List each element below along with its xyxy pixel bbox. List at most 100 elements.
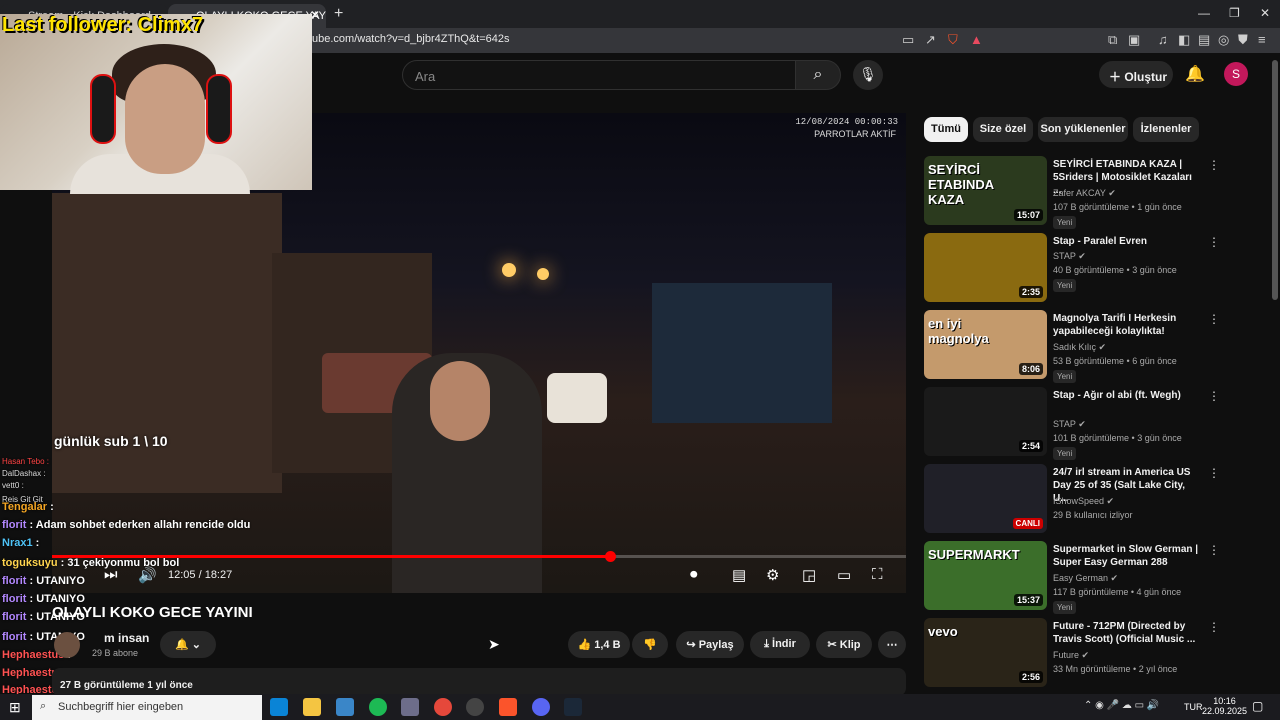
- discord-icon[interactable]: [532, 698, 550, 716]
- recommendation-card[interactable]: vevo 2:56 Future - 712PM (Directed by Trav…: [924, 618, 1264, 690]
- more-options-icon[interactable]: ⋮: [1208, 389, 1220, 403]
- more-options-icon[interactable]: ⋮: [1208, 466, 1220, 480]
- recommendation-card[interactable]: en iyi magnolya 8:06 Magnolya Tarifi I Her…: [924, 310, 1264, 383]
- chrome-icon[interactable]: [434, 698, 452, 716]
- file-explorer-icon[interactable]: [303, 698, 321, 716]
- recommendation-title[interactable]: Magnolya Tarifi I Herkesin yapabileceği …: [1053, 312, 1201, 338]
- recommendation-title[interactable]: Stap - Paralel Evren: [1053, 235, 1201, 248]
- recommendation-channel[interactable]: IShowSpeed ✔: [1053, 496, 1114, 507]
- store-icon[interactable]: [336, 698, 354, 716]
- download-button[interactable]: ⤓ İndir: [750, 631, 810, 658]
- cast-icon[interactable]: ▭: [902, 32, 914, 48]
- voice-search-button[interactable]: 🎙: [853, 60, 883, 90]
- dislike-button[interactable]: 👎: [632, 631, 668, 658]
- tray-icons[interactable]: ⌃ ◉ 🎤 ☁ ▭ 🔊: [1084, 700, 1159, 711]
- keyboard-language[interactable]: TUR: [1184, 702, 1203, 712]
- more-actions-button[interactable]: ⋯: [878, 631, 906, 658]
- recommendation-card[interactable]: SEYİRCİ ETABINDA KAZA 15:07 SEYİRCİ ETABIN…: [924, 156, 1264, 229]
- new-badge: Yeni: [1053, 447, 1077, 460]
- taskbar-clock[interactable]: 10:16 22.09.2025: [1202, 696, 1247, 716]
- recommendation-thumbnail[interactable]: CANLI: [924, 464, 1047, 533]
- recommendation-title[interactable]: Future - 712PM (Directed by Travis Scott…: [1053, 620, 1201, 646]
- recommendation-thumbnail[interactable]: en iyi magnolya 8:06: [924, 310, 1047, 379]
- sidebar-icon[interactable]: ◧: [1178, 32, 1190, 48]
- recommendation-card[interactable]: 2:54 Stap - Ağır ol abi (ft. Wegh) STAP ✔ 1…: [924, 387, 1264, 460]
- media-icon[interactable]: ♫: [1158, 32, 1168, 47]
- recommendation-channel[interactable]: STAP ✔: [1053, 419, 1086, 430]
- taskbar-search-input[interactable]: ⌕ Suchbegriff hier eingeben: [32, 695, 262, 720]
- recommendation-channel[interactable]: Easy German ✔: [1053, 573, 1118, 584]
- recommendation-thumbnail[interactable]: 2:35: [924, 233, 1047, 302]
- menu-icon[interactable]: ≡: [1258, 32, 1266, 47]
- more-options-icon[interactable]: ⋮: [1208, 312, 1220, 326]
- edge-icon[interactable]: [270, 698, 288, 716]
- fullscreen-icon[interactable]: ⛶: [872, 566, 883, 583]
- restore-icon[interactable]: ❐: [1229, 6, 1240, 20]
- recommendation-thumbnail[interactable]: SUPERMARKT 15:37: [924, 541, 1047, 610]
- notification-toggle-button[interactable]: 🔔 ⌄: [160, 631, 216, 658]
- webcam-overlay: [0, 14, 312, 194]
- more-options-icon[interactable]: ⋮: [1208, 620, 1220, 634]
- share-icon[interactable]: ↗: [925, 32, 936, 48]
- chip-all[interactable]: Tümü: [924, 117, 968, 142]
- obs-icon[interactable]: [466, 698, 484, 716]
- notification-center-icon[interactable]: ▢: [1252, 699, 1263, 713]
- recommendation-card[interactable]: CANLI 24/7 irl stream in America US Day 2…: [924, 464, 1264, 536]
- steam-icon[interactable]: [564, 698, 582, 716]
- notifications-bell-icon[interactable]: 🔔: [1185, 64, 1205, 84]
- channel-avatar[interactable]: [54, 632, 80, 658]
- new-tab-icon[interactable]: +: [334, 5, 343, 23]
- close-window-icon[interactable]: ✕: [1260, 6, 1270, 20]
- recommendation-title[interactable]: Stap - Ağır ol abi (ft. Wegh): [1053, 389, 1201, 402]
- settings-gear-icon[interactable]: ⚙: [766, 566, 779, 584]
- recommendation-card[interactable]: SUPERMARKT 15:37 Supermarket in Slow Germa…: [924, 541, 1264, 614]
- recommendation-card[interactable]: 2:35 Stap - Paralel Evren STAP ✔ 40 B görün…: [924, 233, 1264, 305]
- wallet-icon[interactable]: ▣: [1128, 32, 1140, 48]
- miniplayer-icon[interactable]: ◲: [802, 566, 816, 584]
- more-options-icon[interactable]: ⋮: [1208, 235, 1220, 249]
- subtitles-icon[interactable]: ▤: [732, 566, 746, 584]
- more-options-icon[interactable]: ⋮: [1208, 543, 1220, 557]
- chat-message: vett0 :: [2, 481, 24, 490]
- url-text[interactable]: ube.com/watch?v=d_bjbr4ZThQ&t=642s: [312, 33, 510, 45]
- chip-for-you[interactable]: Size özel: [973, 117, 1033, 142]
- create-button[interactable]: ＋ Oluştur: [1099, 61, 1173, 88]
- shield-icon[interactable]: ⛊: [1238, 32, 1248, 48]
- new-badge: Yeni: [1053, 601, 1077, 614]
- account-avatar[interactable]: S: [1224, 62, 1248, 86]
- more-options-icon[interactable]: ⋮: [1208, 158, 1220, 172]
- extensions-icon[interactable]: ⧉: [1108, 32, 1117, 48]
- brave-icon[interactable]: [499, 698, 517, 716]
- minimize-icon[interactable]: —: [1198, 6, 1210, 20]
- recommendation-channel[interactable]: Sadık Kılıç ✔: [1053, 342, 1106, 353]
- chip-watched[interactable]: İzlenenler: [1133, 117, 1199, 142]
- spotify-icon[interactable]: [369, 698, 387, 716]
- channel-name[interactable]: m insan: [104, 631, 149, 645]
- recommendation-thumbnail[interactable]: vevo 2:56: [924, 618, 1047, 687]
- chip-recently-uploaded[interactable]: Son yüklenenler: [1038, 117, 1128, 142]
- autoplay-toggle[interactable]: ⏺: [690, 566, 698, 583]
- like-button[interactable]: 👍 1,4 B: [568, 631, 630, 658]
- recommendation-channel[interactable]: STAP ✔: [1053, 251, 1086, 262]
- page-scrollbar[interactable]: [1272, 60, 1278, 300]
- clip-button[interactable]: ✂ Klip: [816, 631, 872, 658]
- recommendation-channel[interactable]: Future ✔: [1053, 650, 1089, 661]
- views-and-date: 27 B görüntüleme 1 yıl önce: [60, 680, 193, 691]
- brave-rewards-icon[interactable]: ▲: [970, 32, 983, 47]
- chat-username: Tengalar: [2, 501, 51, 513]
- recommendation-meta: 53 B görüntüleme • 6 gün önce: [1053, 356, 1177, 366]
- recommendation-thumbnail[interactable]: 2:54: [924, 387, 1047, 456]
- theater-mode-icon[interactable]: ▭: [837, 566, 851, 584]
- wallet2-icon[interactable]: ▤: [1198, 32, 1210, 48]
- recommendation-title[interactable]: Supermarket in Slow German | Super Easy …: [1053, 543, 1201, 569]
- progress-scrubber[interactable]: [605, 551, 617, 562]
- recommendation-thumbnail[interactable]: SEYİRCİ ETABINDA KAZA 15:07: [924, 156, 1047, 225]
- windows-start-icon[interactable]: ⊞: [9, 699, 21, 716]
- calculator-icon[interactable]: [401, 698, 419, 716]
- search-input[interactable]: Ara: [402, 60, 796, 90]
- share-button[interactable]: ↪ Paylaş: [676, 631, 744, 658]
- recommendation-channel[interactable]: Zafer AKCAY ✔: [1053, 188, 1116, 199]
- vpn-icon[interactable]: ◎: [1218, 32, 1229, 48]
- brave-shield-icon[interactable]: ⛉: [948, 32, 958, 48]
- search-button[interactable]: ⌕: [795, 60, 841, 90]
